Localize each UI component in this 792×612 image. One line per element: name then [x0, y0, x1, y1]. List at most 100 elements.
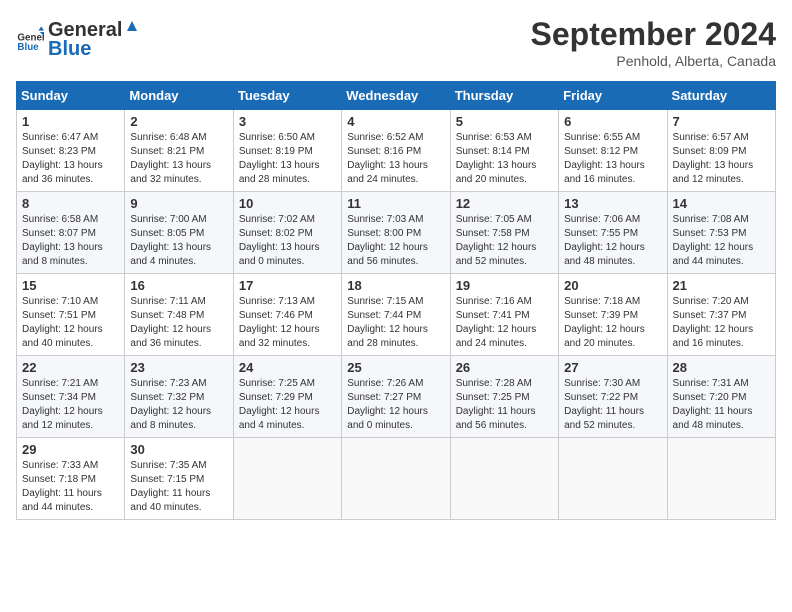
calendar-day-cell: 29 Sunrise: 7:33 AM Sunset: 7:18 PM Dayli… — [17, 438, 125, 520]
calendar-day-cell: 25 Sunrise: 7:26 AM Sunset: 7:27 PM Dayli… — [342, 356, 450, 438]
day-info: Sunrise: 7:10 AM Sunset: 7:51 PM Dayligh… — [22, 295, 119, 351]
day-info: Sunrise: 7:26 AM Sunset: 7:27 PM Dayligh… — [347, 377, 444, 433]
calendar-week-row: 22Sunrise: 7:21 AM Sunset: 7:34 PM Dayli… — [17, 356, 776, 438]
calendar-day-cell: 10 Sunrise: 7:02 AM Sunset: 8:02 PM Dayli… — [233, 192, 341, 274]
day-number: 24 — [239, 360, 336, 375]
day-number: 6 — [564, 114, 661, 129]
calendar-day-cell: 4 Sunrise: 6:52 AM Sunset: 8:16 PM Daylig… — [342, 110, 450, 192]
calendar-col-header: Saturday — [667, 82, 775, 110]
calendar-day-cell: 22Sunrise: 7:21 AM Sunset: 7:34 PM Dayli… — [17, 356, 125, 438]
calendar-day-cell — [450, 438, 558, 520]
calendar-day-cell: 11 Sunrise: 7:03 AM Sunset: 8:00 PM Dayli… — [342, 192, 450, 274]
day-info: Sunrise: 7:00 AM Sunset: 8:05 PM Dayligh… — [130, 213, 227, 269]
calendar-week-row: 29 Sunrise: 7:33 AM Sunset: 7:18 PM Dayli… — [17, 438, 776, 520]
day-info: Sunrise: 7:33 AM Sunset: 7:18 PM Dayligh… — [22, 459, 119, 515]
calendar-col-header: Tuesday — [233, 82, 341, 110]
day-info: Sunrise: 6:47 AM Sunset: 8:23 PM Dayligh… — [22, 131, 119, 187]
calendar-day-cell: 3 Sunrise: 6:50 AM Sunset: 8:19 PM Daylig… — [233, 110, 341, 192]
calendar-day-cell: 26Sunrise: 7:28 AM Sunset: 7:25 PM Dayli… — [450, 356, 558, 438]
day-number: 27 — [564, 360, 661, 375]
day-info: Sunrise: 7:02 AM Sunset: 8:02 PM Dayligh… — [239, 213, 336, 269]
day-number: 18 — [347, 278, 444, 293]
day-info: Sunrise: 7:31 AM Sunset: 7:20 PM Dayligh… — [673, 377, 770, 433]
calendar-col-header: Monday — [125, 82, 233, 110]
day-number: 17 — [239, 278, 336, 293]
day-info: Sunrise: 6:57 AM Sunset: 8:09 PM Dayligh… — [673, 131, 770, 187]
calendar-day-cell: 27 Sunrise: 7:30 AM Sunset: 7:22 PM Dayli… — [559, 356, 667, 438]
day-number: 23 — [130, 360, 227, 375]
calendar-day-cell: 9 Sunrise: 7:00 AM Sunset: 8:05 PM Daylig… — [125, 192, 233, 274]
calendar-day-cell: 21 Sunrise: 7:20 AM Sunset: 7:37 PM Dayli… — [667, 274, 775, 356]
day-number: 22 — [22, 360, 119, 375]
calendar-day-cell: 15 Sunrise: 7:10 AM Sunset: 7:51 PM Dayli… — [17, 274, 125, 356]
calendar-day-cell: 14Sunrise: 7:08 AM Sunset: 7:53 PM Dayli… — [667, 192, 775, 274]
calendar-day-cell: 18Sunrise: 7:15 AM Sunset: 7:44 PM Dayli… — [342, 274, 450, 356]
day-info: Sunrise: 6:53 AM Sunset: 8:14 PM Dayligh… — [456, 131, 553, 187]
calendar-day-cell — [559, 438, 667, 520]
calendar-day-cell: 19 Sunrise: 7:16 AM Sunset: 7:41 PM Dayli… — [450, 274, 558, 356]
calendar-header: SundayMondayTuesdayWednesdayThursdayFrid… — [17, 82, 776, 110]
title-block: September 2024 Penhold, Alberta, Canada — [531, 16, 776, 69]
day-info: Sunrise: 7:25 AM Sunset: 7:29 PM Dayligh… — [239, 377, 336, 433]
day-info: Sunrise: 6:52 AM Sunset: 8:16 PM Dayligh… — [347, 131, 444, 187]
calendar-day-cell: 12Sunrise: 7:05 AM Sunset: 7:58 PM Dayli… — [450, 192, 558, 274]
day-info: Sunrise: 7:18 AM Sunset: 7:39 PM Dayligh… — [564, 295, 661, 351]
day-number: 19 — [456, 278, 553, 293]
day-number: 15 — [22, 278, 119, 293]
day-info: Sunrise: 7:35 AM Sunset: 7:15 PM Dayligh… — [130, 459, 227, 515]
day-info: Sunrise: 6:50 AM Sunset: 8:19 PM Dayligh… — [239, 131, 336, 187]
calendar-day-cell: 1 Sunrise: 6:47 AM Sunset: 8:23 PM Daylig… — [17, 110, 125, 192]
calendar-col-header: Wednesday — [342, 82, 450, 110]
day-info: Sunrise: 7:05 AM Sunset: 7:58 PM Dayligh… — [456, 213, 553, 269]
calendar-day-cell: 28Sunrise: 7:31 AM Sunset: 7:20 PM Dayli… — [667, 356, 775, 438]
calendar-week-row: 1 Sunrise: 6:47 AM Sunset: 8:23 PM Daylig… — [17, 110, 776, 192]
day-info: Sunrise: 7:16 AM Sunset: 7:41 PM Dayligh… — [456, 295, 553, 351]
page-header: General Blue General Blue September 2024… — [16, 16, 776, 69]
day-number: 26 — [456, 360, 553, 375]
day-number: 7 — [673, 114, 770, 129]
day-number: 4 — [347, 114, 444, 129]
day-number: 1 — [22, 114, 119, 129]
day-info: Sunrise: 7:03 AM Sunset: 8:00 PM Dayligh… — [347, 213, 444, 269]
day-info: Sunrise: 7:30 AM Sunset: 7:22 PM Dayligh… — [564, 377, 661, 433]
day-info: Sunrise: 7:08 AM Sunset: 7:53 PM Dayligh… — [673, 213, 770, 269]
day-number: 21 — [673, 278, 770, 293]
day-number: 11 — [347, 196, 444, 211]
calendar-day-cell: 20Sunrise: 7:18 AM Sunset: 7:39 PM Dayli… — [559, 274, 667, 356]
calendar-day-cell — [667, 438, 775, 520]
day-number: 13 — [564, 196, 661, 211]
day-info: Sunrise: 6:55 AM Sunset: 8:12 PM Dayligh… — [564, 131, 661, 187]
day-number: 25 — [347, 360, 444, 375]
calendar-day-cell: 23 Sunrise: 7:23 AM Sunset: 7:32 PM Dayli… — [125, 356, 233, 438]
day-info: Sunrise: 7:20 AM Sunset: 7:37 PM Dayligh… — [673, 295, 770, 351]
calendar-day-cell: 5 Sunrise: 6:53 AM Sunset: 8:14 PM Daylig… — [450, 110, 558, 192]
day-number: 8 — [22, 196, 119, 211]
day-info: Sunrise: 7:13 AM Sunset: 7:46 PM Dayligh… — [239, 295, 336, 351]
svg-text:Blue: Blue — [17, 42, 39, 53]
day-number: 9 — [130, 196, 227, 211]
calendar-day-cell: 7 Sunrise: 6:57 AM Sunset: 8:09 PM Daylig… — [667, 110, 775, 192]
calendar-col-header: Friday — [559, 82, 667, 110]
day-info: Sunrise: 7:06 AM Sunset: 7:55 PM Dayligh… — [564, 213, 661, 269]
calendar-week-row: 15 Sunrise: 7:10 AM Sunset: 7:51 PM Dayli… — [17, 274, 776, 356]
day-number: 3 — [239, 114, 336, 129]
day-number: 5 — [456, 114, 553, 129]
calendar-week-row: 8 Sunrise: 6:58 AM Sunset: 8:07 PM Daylig… — [17, 192, 776, 274]
calendar-day-cell: 13 Sunrise: 7:06 AM Sunset: 7:55 PM Dayli… — [559, 192, 667, 274]
calendar-day-cell: 24 Sunrise: 7:25 AM Sunset: 7:29 PM Dayli… — [233, 356, 341, 438]
calendar-day-cell: 8 Sunrise: 6:58 AM Sunset: 8:07 PM Daylig… — [17, 192, 125, 274]
calendar-day-cell: 17 Sunrise: 7:13 AM Sunset: 7:46 PM Dayli… — [233, 274, 341, 356]
calendar-day-cell — [342, 438, 450, 520]
calendar-day-cell: 16Sunrise: 7:11 AM Sunset: 7:48 PM Dayli… — [125, 274, 233, 356]
day-number: 10 — [239, 196, 336, 211]
day-info: Sunrise: 7:11 AM Sunset: 7:48 PM Dayligh… — [130, 295, 227, 351]
location-subtitle: Penhold, Alberta, Canada — [531, 53, 776, 69]
logo-triangle-icon — [122, 16, 142, 36]
day-info: Sunrise: 6:58 AM Sunset: 8:07 PM Dayligh… — [22, 213, 119, 269]
day-number: 29 — [22, 442, 119, 457]
day-info: Sunrise: 7:23 AM Sunset: 7:32 PM Dayligh… — [130, 377, 227, 433]
day-number: 30 — [130, 442, 227, 457]
calendar-day-cell: 6 Sunrise: 6:55 AM Sunset: 8:12 PM Daylig… — [559, 110, 667, 192]
month-year-title: September 2024 — [531, 16, 776, 53]
logo: General Blue General Blue — [16, 16, 142, 61]
